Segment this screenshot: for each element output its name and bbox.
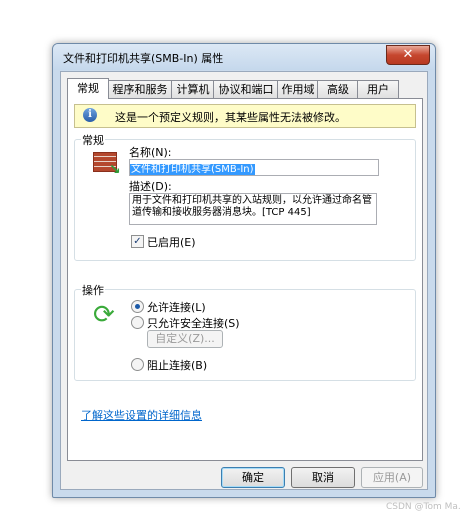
block-connection-label: 阻止连接(B) <box>147 359 208 372</box>
description-label: 描述(D): <box>129 180 172 193</box>
name-field[interactable]: 文件和打印机共享(SMB-In) <box>129 159 379 176</box>
name-value: 文件和打印机共享(SMB-In) <box>130 164 255 175</box>
watermark: CSDN @Tom Ma. <box>386 502 461 512</box>
tab-panel-general: i 这是一个预定义规则，其某些属性无法被修改。 常规 ↘ 名称(N): 文件和打… <box>67 98 423 461</box>
allow-secure-radio[interactable] <box>131 316 144 329</box>
tab-users[interactable]: 用户 <box>357 80 399 98</box>
block-connection-radio[interactable] <box>131 358 144 371</box>
properties-dialog: 文件和打印机共享(SMB-In) 属性 ✕ 常规 程序和服务 计算机 协议和端口… <box>52 43 436 498</box>
action-group: 操作 ⟳ 允许连接(L) 只允许安全连接(S) 自定义(Z)... 阻止连接(B… <box>74 282 416 381</box>
info-icon: i <box>83 108 97 122</box>
tab-scope[interactable]: 作用域 <box>277 80 319 98</box>
close-icon: ✕ <box>402 47 414 62</box>
tab-general[interactable]: 常规 <box>67 78 109 99</box>
action-group-title: 操作 <box>81 282 105 298</box>
allow-connection-label: 允许连接(L) <box>147 301 206 314</box>
allow-secure-label: 只允许安全连接(S) <box>147 317 240 330</box>
window-title: 文件和打印机共享(SMB-In) 属性 <box>63 52 224 65</box>
description-value: 用于文件和打印机共享的入站规则，以允许通过命名管道传输和接收服务器消息块。[TC… <box>132 195 372 218</box>
tab-computers[interactable]: 计算机 <box>171 80 215 98</box>
close-button[interactable]: ✕ <box>386 45 430 65</box>
tab-advanced[interactable]: 高级 <box>317 80 359 98</box>
cancel-button[interactable]: 取消 <box>291 467 355 488</box>
apply-button[interactable]: 应用(A) <box>361 467 423 488</box>
info-bar: i 这是一个预定义规则，其某些属性无法被修改。 <box>74 104 416 128</box>
general-group: 常规 ↘ 名称(N): 文件和打印机共享(SMB-In) 描述(D): 用于文件… <box>74 132 416 261</box>
inbound-arrow-icon: ↘ <box>109 162 121 178</box>
refresh-arrows-icon: ⟳ <box>93 300 115 330</box>
description-field[interactable]: 用于文件和打印机共享的入站规则，以允许通过命名管道传输和接收服务器消息块。[TC… <box>129 193 377 225</box>
title-bar[interactable]: 文件和打印机共享(SMB-In) 属性 ✕ <box>53 44 435 70</box>
tab-programs-services[interactable]: 程序和服务 <box>107 80 173 98</box>
enabled-checkbox[interactable]: ✓ <box>131 235 144 248</box>
customize-button[interactable]: 自定义(Z)... <box>147 330 223 348</box>
tab-protocols-ports[interactable]: 协议和端口 <box>213 80 279 98</box>
name-label: 名称(N): <box>129 146 172 159</box>
ok-button[interactable]: 确定 <box>221 467 285 488</box>
learn-more-link[interactable]: 了解这些设置的详细信息 <box>81 407 202 423</box>
allow-connection-radio[interactable] <box>131 300 144 313</box>
enabled-label: 已启用(E) <box>147 236 196 249</box>
info-text: 这是一个预定义规则，其某些属性无法被修改。 <box>115 111 346 124</box>
dialog-client-area: 常规 程序和服务 计算机 协议和端口 作用域 高级 用户 i 这是一个预定义规则… <box>60 71 428 490</box>
general-group-title: 常规 <box>81 132 105 148</box>
